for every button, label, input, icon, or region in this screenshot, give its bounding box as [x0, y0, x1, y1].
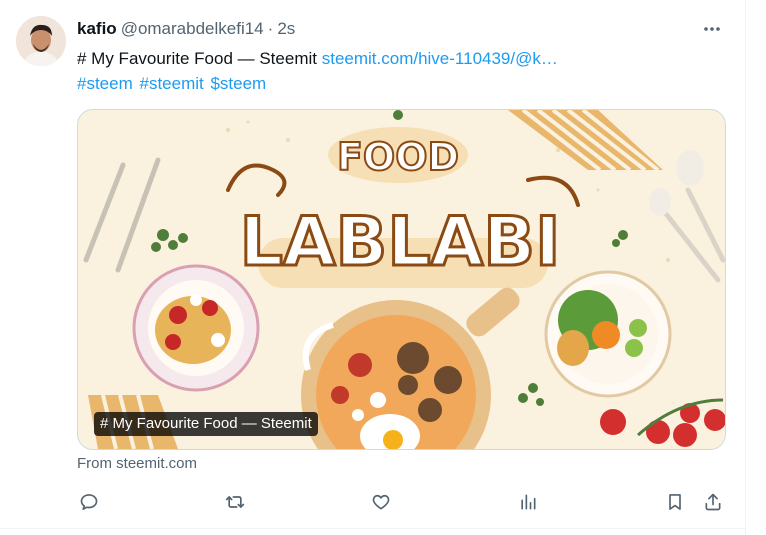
- tweet-text: # My Favourite Food — Steemit steemit.co…: [77, 46, 717, 96]
- card-label: # My Favourite Food — Steemit: [94, 412, 318, 436]
- heart-icon: [372, 494, 390, 510]
- reply-button[interactable]: [77, 490, 101, 514]
- separator-dot: ·: [267, 19, 274, 38]
- more-horizontal-icon: [704, 27, 720, 31]
- like-button[interactable]: [369, 490, 393, 514]
- hashtag-steem[interactable]: #steem: [77, 74, 133, 93]
- views-button[interactable]: [516, 490, 540, 514]
- hashtag-steemit[interactable]: #steemit: [139, 74, 203, 93]
- link-card[interactable]: FOOD LABLABI # My Favourite Food — Steem…: [77, 109, 726, 450]
- analytics-icon: [521, 494, 536, 510]
- tweet[interactable]: kafio @omarabdelkefi14 · 2s # My Favouri…: [0, 0, 745, 528]
- author-name[interactable]: kafio: [77, 19, 117, 39]
- repost-icon: [225, 496, 245, 508]
- more-options-button[interactable]: [698, 16, 726, 42]
- artwork-title-top: FOOD: [337, 135, 459, 179]
- action-bar: [77, 490, 727, 514]
- author-handle[interactable]: @omarabdelkefi14: [121, 19, 264, 39]
- tweet-divider: [0, 528, 745, 529]
- card-image: FOOD LABLABI: [78, 110, 725, 449]
- avatar-image: [16, 16, 66, 66]
- cashtag-steem[interactable]: $steem: [210, 74, 266, 93]
- share-icon: [705, 493, 721, 511]
- column-border: [745, 0, 746, 535]
- share-button[interactable]: [701, 490, 725, 514]
- avatar[interactable]: [16, 16, 66, 66]
- repost-button[interactable]: [223, 490, 247, 514]
- tweet-link[interactable]: steemit.com/hive-110439/@k…: [322, 49, 558, 68]
- tweet-body: # My Favourite Food — Steemit: [77, 49, 317, 68]
- timestamp[interactable]: 2s: [277, 19, 295, 39]
- card-source[interactable]: From steemit.com: [77, 455, 197, 472]
- hashtags: #steem #steemit $steem: [77, 71, 717, 96]
- bookmark-button[interactable]: [663, 490, 687, 514]
- artwork-title-main: LABLABI: [240, 203, 561, 282]
- reply-icon: [80, 494, 98, 510]
- tweet-header: kafio @omarabdelkefi14 · 2s: [77, 18, 295, 40]
- bookmark-icon: [669, 494, 681, 510]
